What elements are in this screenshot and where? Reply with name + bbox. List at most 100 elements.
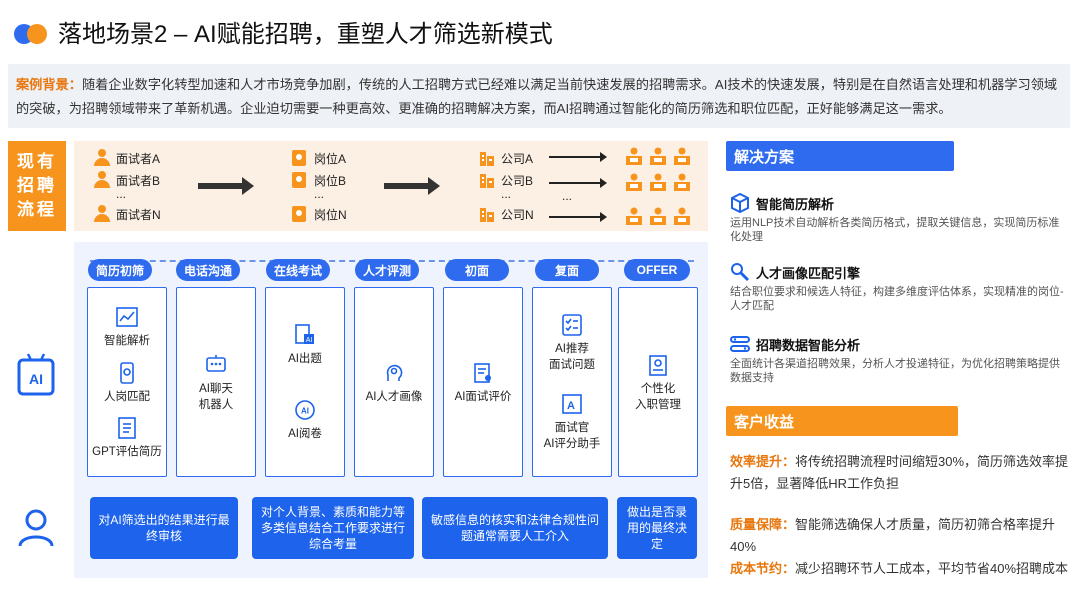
benefit-key: 成本节约： xyxy=(730,561,796,576)
list-item: 岗位N xyxy=(292,203,347,225)
ellipsis: ... xyxy=(314,187,325,201)
hr-person-icon xyxy=(674,207,690,225)
feature: AI人才画像 xyxy=(365,361,423,404)
solution-name: 人才画像匹配引擎 xyxy=(756,265,861,281)
label-line: 招聘 xyxy=(17,176,57,195)
page-title: 落地场景2 – AI赋能招聘，重塑人才筛选新模式 xyxy=(58,21,553,48)
position-label: 岗位N xyxy=(314,207,347,222)
card-online-exam: AI AI出题 AI AI阅卷 xyxy=(265,287,345,477)
building-icon xyxy=(480,208,494,222)
company-column: 公司A 公司B ... 公司N xyxy=(479,147,534,225)
talent-profile-icon xyxy=(386,364,403,381)
case-background-label: 案例背景： xyxy=(16,77,82,92)
card-offer: 个性化 入职管理 xyxy=(618,287,698,477)
ellipsis: ... xyxy=(501,187,512,201)
existing-process-label: 现有 招聘 流程 xyxy=(8,141,66,231)
ai-robot-icon: AI xyxy=(17,353,55,396)
label-line: 流程 xyxy=(17,200,57,219)
case-background-text: 随着企业数字化转型加速和人才市场竞争加剧，传统的人工招聘方式已经难以满足当前快速… xyxy=(16,77,1058,116)
card-second-interview: AI推荐 面试问题 A 面试官 AI评分助手 xyxy=(532,287,612,477)
interviewer-column: 面试者A 面试者B ... 面试者N xyxy=(94,147,161,225)
feature-label: AI面试评价 xyxy=(454,390,512,403)
flow-arrow-icon xyxy=(198,177,254,195)
list-item: 面试者N xyxy=(94,203,161,225)
card-resume-screening: 智能解析 人岗匹配 GPT评估简历 xyxy=(87,287,167,477)
ai-grading-icon: AI xyxy=(295,399,315,420)
hr-icons xyxy=(624,207,692,225)
hr-person-icon xyxy=(650,173,666,191)
svg-text:AI: AI xyxy=(301,406,309,415)
feature-label: AI推荐 面试问题 xyxy=(549,342,595,371)
step-offer: OFFER xyxy=(624,259,690,281)
step-first-interview: 初面 xyxy=(445,259,509,281)
card-first-interview: AI面试评价 xyxy=(443,287,523,477)
company-label: 公司N xyxy=(501,207,534,222)
building-icon xyxy=(480,174,494,188)
person-icon xyxy=(94,205,110,223)
hr-person-icon xyxy=(626,173,642,191)
feature-label: AI阅卷 xyxy=(288,427,322,440)
benefit-item: 质量保障：智能筛选确保人才质量，简历初筛合格率提升40% xyxy=(730,514,1070,558)
position-label: 岗位A xyxy=(314,151,347,166)
feature: AI聊天 机器人 xyxy=(199,353,233,412)
feature: 智能解析 xyxy=(104,305,150,348)
flow-arrow-icon xyxy=(549,178,607,188)
position-icon xyxy=(292,172,306,188)
position-icon xyxy=(292,206,306,222)
benefit-key: 效率提升： xyxy=(730,454,796,469)
person-icon xyxy=(94,149,110,167)
step-second-interview: 复面 xyxy=(535,259,599,281)
label-line: 现有 xyxy=(17,152,57,171)
card-talent-assessment: AI人才画像 xyxy=(354,287,434,477)
svg-text:A: A xyxy=(567,400,575,412)
feature-label: 智能解析 xyxy=(104,334,150,347)
list-item: 岗位A xyxy=(292,147,347,169)
solution-desc: 运用NLP技术自动解析各类简历格式，提取关键信息，实现简历标准化处理 xyxy=(730,217,1060,243)
feature-label: AI人才画像 xyxy=(365,390,423,403)
feature-label: 人岗匹配 xyxy=(104,390,150,403)
hr-person-icon xyxy=(674,173,690,191)
logo-dots-icon xyxy=(14,21,52,44)
hr-icons xyxy=(624,173,692,191)
cube-icon xyxy=(731,193,749,213)
interviewer-label: 面试者N xyxy=(116,207,161,222)
ellipsis: ... xyxy=(562,189,572,203)
feature-label: GPT评估简历 xyxy=(92,446,162,459)
step-online-exam: 在线考试 xyxy=(266,259,330,281)
human-task: 敏感信息的核实和法律合规性问题通常需要人工介入 xyxy=(422,497,608,559)
hr-person-icon xyxy=(626,147,642,165)
step-resume-screening: 简历初筛 xyxy=(88,259,152,281)
feature: A 面试官 AI评分助手 xyxy=(544,392,600,451)
solution-item: 智能简历解析 运用NLP技术自动解析各类简历格式，提取关键信息，实现简历标准化处… xyxy=(730,193,1068,244)
ellipsis: ... xyxy=(562,189,573,203)
interviewer-label: 面试者A xyxy=(116,151,161,166)
list-item: 面试者A xyxy=(94,147,161,169)
document-icon xyxy=(118,417,136,440)
svg-text:AI: AI xyxy=(306,337,313,344)
hr-person-icon xyxy=(650,147,666,165)
position-icon xyxy=(292,150,306,166)
feature: GPT评估简历 xyxy=(92,416,162,459)
flow-arrow-icon xyxy=(549,212,607,222)
feature: 人岗匹配 xyxy=(104,361,150,404)
list-item: 公司N xyxy=(479,203,534,225)
benefits-title: 客户收益 xyxy=(726,406,958,436)
hr-icons xyxy=(624,147,692,165)
human-user-icon xyxy=(18,509,54,547)
feature: AI推荐 面试问题 xyxy=(549,313,595,372)
flow-arrow-icon xyxy=(549,152,607,162)
step-talent-assessment: 人才评测 xyxy=(355,259,419,281)
solution-desc: 结合职位要求和候选人特征，构建多维度评估体系，实现精准的岗位-人才匹配 xyxy=(730,286,1064,312)
benefit-key: 质量保障： xyxy=(730,517,796,532)
evaluation-icon xyxy=(474,362,491,383)
ai-question-icon: AI xyxy=(295,324,314,345)
feature: AI面试评价 xyxy=(454,361,512,404)
solution-desc: 全面统计各渠道招聘效果，分析人才投递特征，为优化招聘策略提供数据支持 xyxy=(730,358,1060,384)
feature-label: 个性化 入职管理 xyxy=(635,382,681,411)
data-analysis-icon xyxy=(730,336,750,352)
score-assistant-icon: A xyxy=(562,394,582,415)
case-background: 案例背景：随着企业数字化转型加速和人才市场竞争加剧，传统的人工招聘方式已经难以满… xyxy=(8,64,1070,128)
list-item: 公司A xyxy=(479,147,534,169)
human-task: 做出是否录用的最终决定 xyxy=(617,497,697,559)
card-phone-call: AI聊天 机器人 xyxy=(176,287,256,477)
